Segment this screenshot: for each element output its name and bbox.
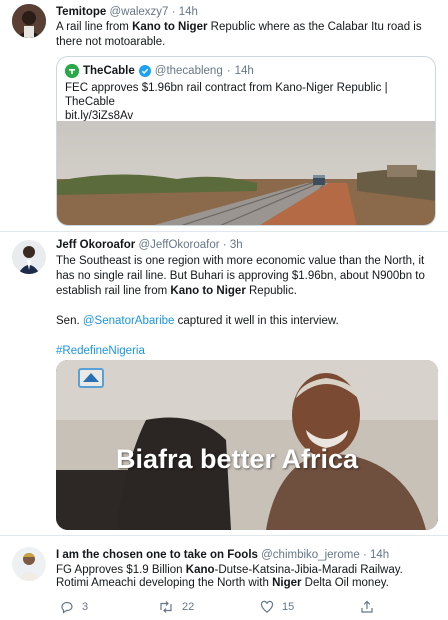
separator-dot: · [226,65,231,77]
tweet-paragraph-1: The Southeast is one region with more ec… [56,255,425,297]
retweet-button[interactable]: 22 [158,600,194,614]
mention-link[interactable]: @SenatorAbaribe [83,315,175,327]
author-handle[interactable]: @JeffOkoroafor [138,239,219,251]
tweet-text: A rail line from Kano to Niger Republic … [56,21,422,48]
quoted-timestamp[interactable]: 14h [235,65,254,77]
tweet-temitope[interactable]: Temitope @walexzy7 · 14h A rail line fro… [0,0,448,232]
author-name[interactable]: Temitope [56,6,106,18]
tweet-paragraph-2: Sen. @SenatorAbaribe captured it well in… [56,315,339,327]
separator-dot: · [362,549,367,561]
tweet-text: The Southeast is one region with more ec… [56,254,440,359]
share-icon [360,600,374,614]
tweet-paragraph-3: #RedefineNigeria [56,344,440,359]
timestamp[interactable]: 14h [370,549,389,561]
tweet-text: FG Approves $1.9 Billion Kano-Dutse-Kats… [56,564,403,589]
like-button[interactable]: 15 [260,600,294,614]
timestamp[interactable]: 3h [230,239,243,251]
retweet-count: 22 [182,601,195,613]
retweet-icon [158,600,174,614]
separator-dot: · [222,239,227,251]
like-icon [260,600,274,614]
quoted-tweet-text: FEC approves $1.96bn rail contract from … [65,82,388,122]
tweet-chimbiko-jerome[interactable]: I am the chosen one to take on Fools @ch… [0,536,448,620]
quoted-author-name[interactable]: TheCable [83,65,135,77]
like-count: 15 [282,601,295,613]
video-caption: Biafra better Africa [116,444,359,474]
separator-dot: · [171,6,176,18]
author-name[interactable]: Jeff Okoroafor [56,239,135,251]
timestamp[interactable]: 14h [179,6,198,18]
quoted-author-handle[interactable]: @thecableng [155,65,223,77]
hashtag-link[interactable]: #RedefineNigeria [56,345,145,357]
share-button[interactable] [360,600,374,614]
channels-tv-logo-icon [78,368,104,388]
avatar-temitope[interactable] [12,4,46,38]
reply-button[interactable]: 3 [60,600,88,614]
thecable-logo-icon [65,64,79,78]
avatar-chimbiko-jerome[interactable] [12,547,46,581]
tweet-jeff-okoroafor[interactable]: Jeff Okoroafor @JeffOkoroafor · 3h The S… [0,232,448,536]
quoted-tweet-card[interactable]: TheCable @thecableng · 14h FEC approves … [56,56,436,226]
verified-badge-icon [138,65,151,77]
author-name[interactable]: I am the chosen one to take on Fools [56,549,258,561]
author-handle[interactable]: @walexzy7 [109,6,168,18]
video-player[interactable]: Biafra better Africa [56,360,438,530]
reply-count: 3 [82,601,89,613]
reply-icon [60,600,74,614]
author-handle[interactable]: @chimbiko_jerome [261,549,360,561]
quoted-image-railway[interactable] [57,121,435,225]
avatar-jeff-okoroafor[interactable] [12,240,46,274]
